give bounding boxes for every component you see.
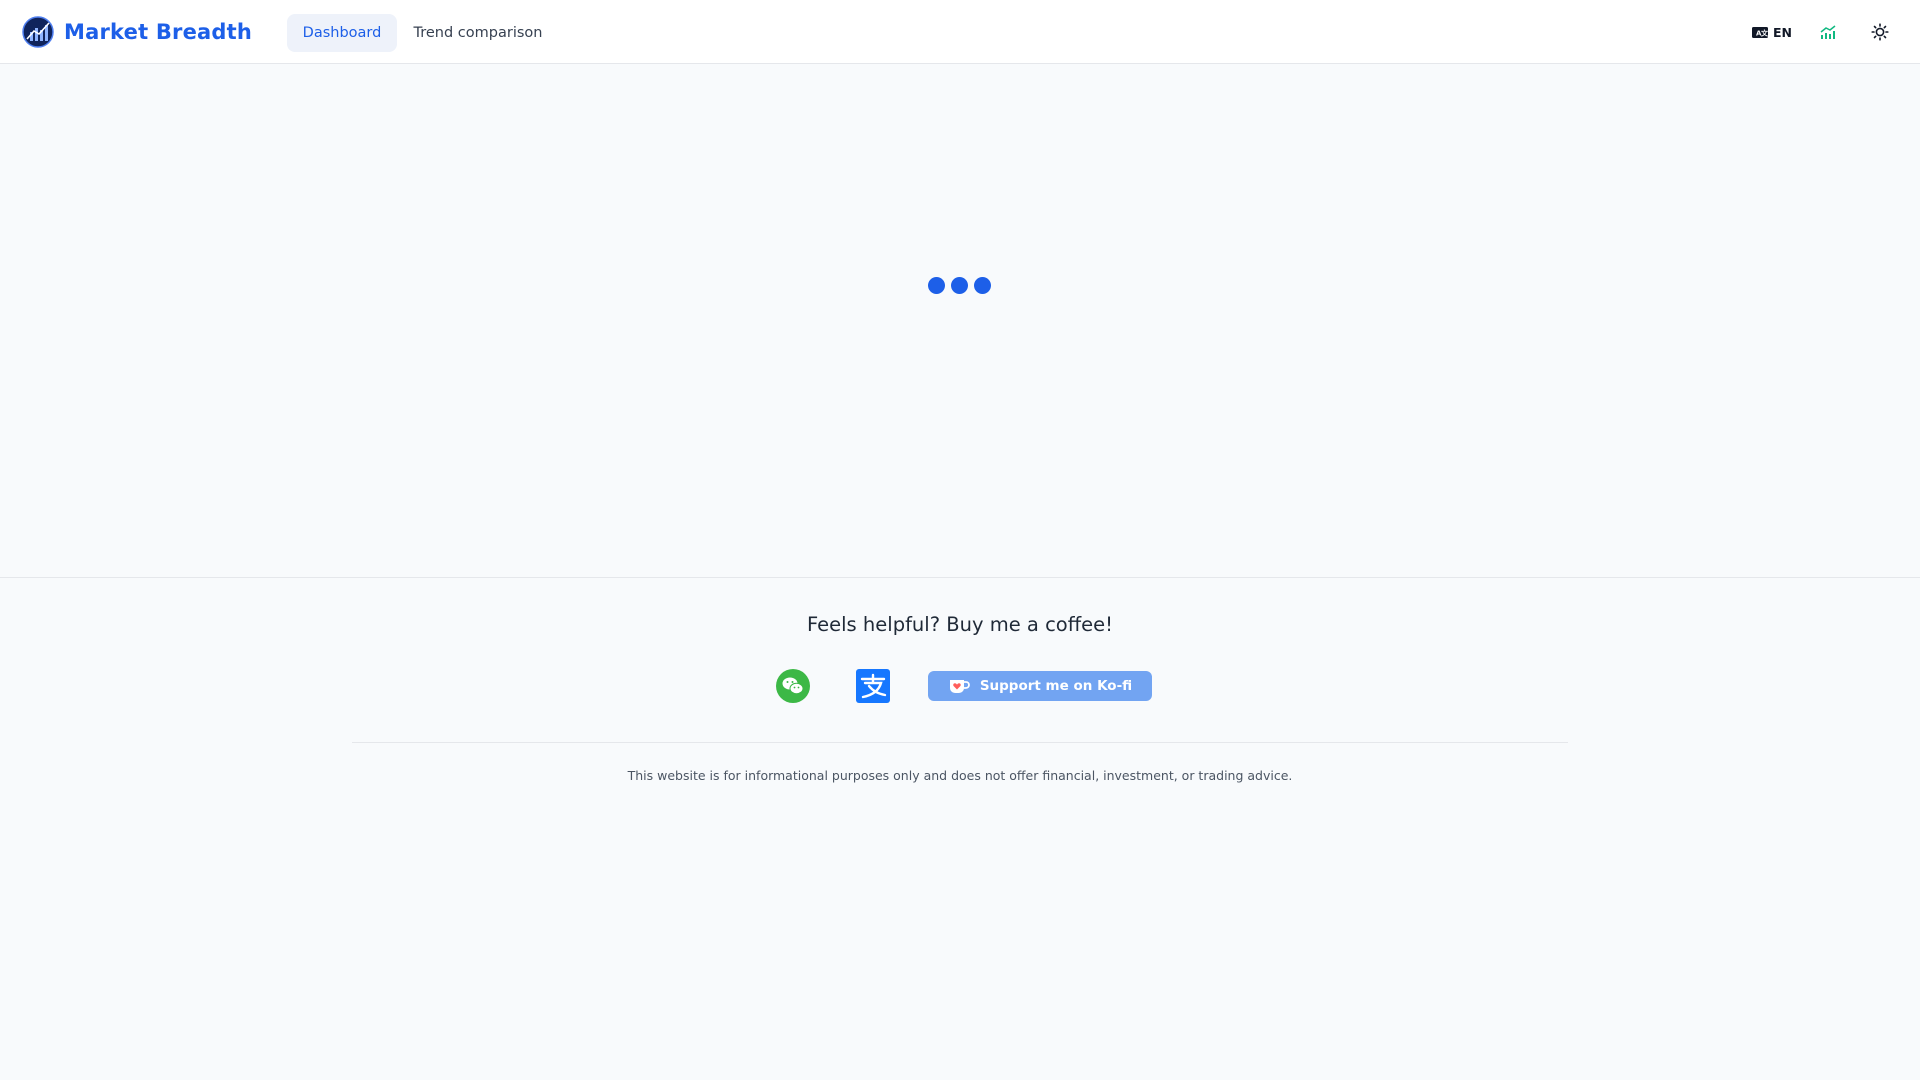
kofi-cup-icon — [949, 680, 970, 693]
support-heading: Feels helpful? Buy me a coffee! — [807, 613, 1113, 636]
tab-trend-comparison[interactable]: Trend comparison — [406, 14, 550, 52]
language-switcher[interactable]: A 文 EN — [1752, 22, 1792, 42]
app-title: Market Breadth — [64, 20, 253, 44]
footer-divider — [352, 742, 1568, 743]
chart-button[interactable] — [1814, 18, 1842, 46]
loading-dot — [974, 276, 991, 294]
language-code: EN — [1773, 24, 1793, 40]
kofi-support-button[interactable]: Support me on Ko-fi — [928, 671, 1152, 701]
kofi-label: Support me on Ko-fi — [979, 678, 1133, 694]
loading-indicator — [928, 276, 991, 294]
loading-dot — [928, 276, 945, 294]
wechat-icon[interactable] — [776, 669, 810, 703]
chart-icon — [1820, 25, 1836, 39]
language-icon: A 文 — [1752, 26, 1768, 38]
brand-link[interactable]: Market Breadth — [22, 16, 252, 48]
loading-dot — [951, 276, 968, 294]
disclaimer-text: This website is for informational purpos… — [627, 768, 1293, 783]
market-breadth-logo-icon — [22, 16, 54, 48]
top-navbar: Market Breadth Dashboard Trend compariso… — [0, 0, 1920, 64]
theme-toggle-button[interactable] — [1866, 18, 1894, 46]
support-options: Support me on Ko-fi — [776, 669, 1152, 703]
footer: Feels helpful? Buy me a coffee! Support … — [0, 577, 1920, 1080]
tab-dashboard[interactable]: Dashboard — [287, 14, 397, 52]
sun-icon — [1871, 23, 1889, 41]
alipay-icon[interactable] — [856, 669, 890, 703]
svg-text:文: 文 — [1761, 28, 1768, 37]
